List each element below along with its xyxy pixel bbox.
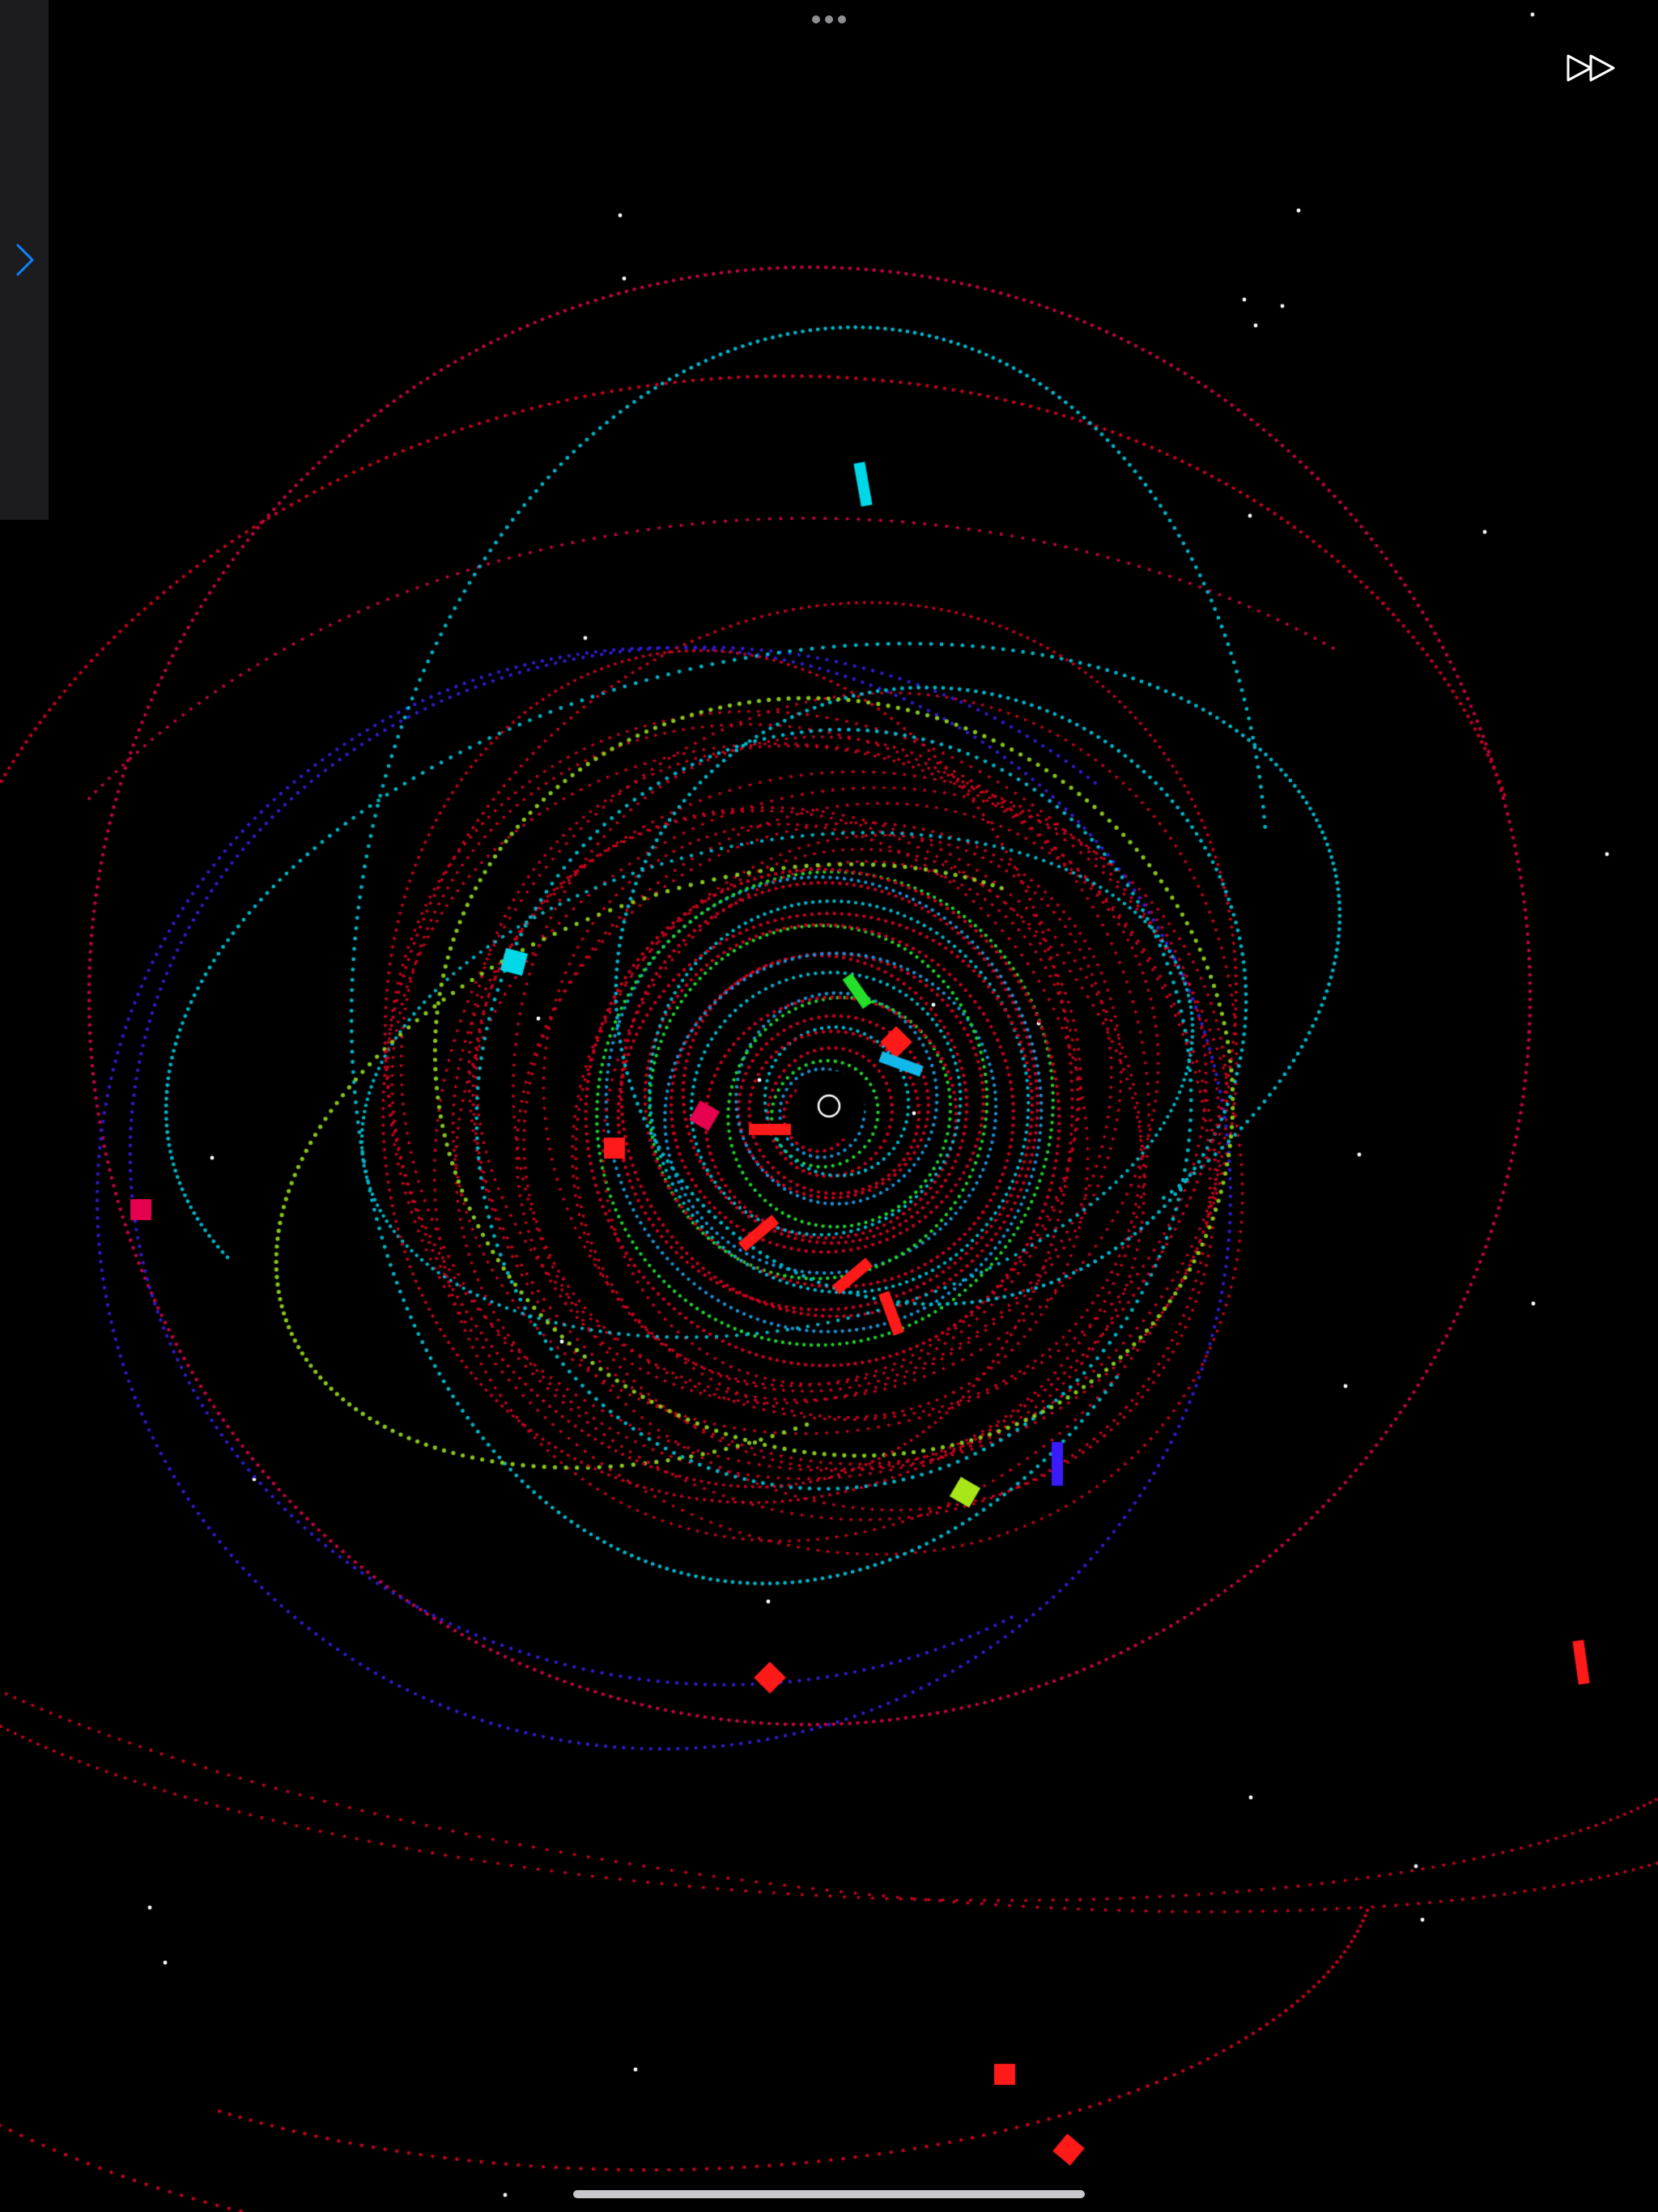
orbit-canvas[interactable]	[0, 0, 1658, 2212]
chevron-right-icon	[16, 244, 34, 276]
more-horizontal-icon	[812, 15, 820, 23]
fast-forward-icon	[1567, 54, 1615, 82]
sidebar-toggle-button[interactable]	[11, 240, 39, 280]
fast-forward-button[interactable]	[1561, 47, 1619, 89]
sidebar-panel	[0, 0, 49, 520]
more-options-button[interactable]	[810, 13, 848, 26]
home-indicator[interactable]	[573, 2190, 1085, 2198]
